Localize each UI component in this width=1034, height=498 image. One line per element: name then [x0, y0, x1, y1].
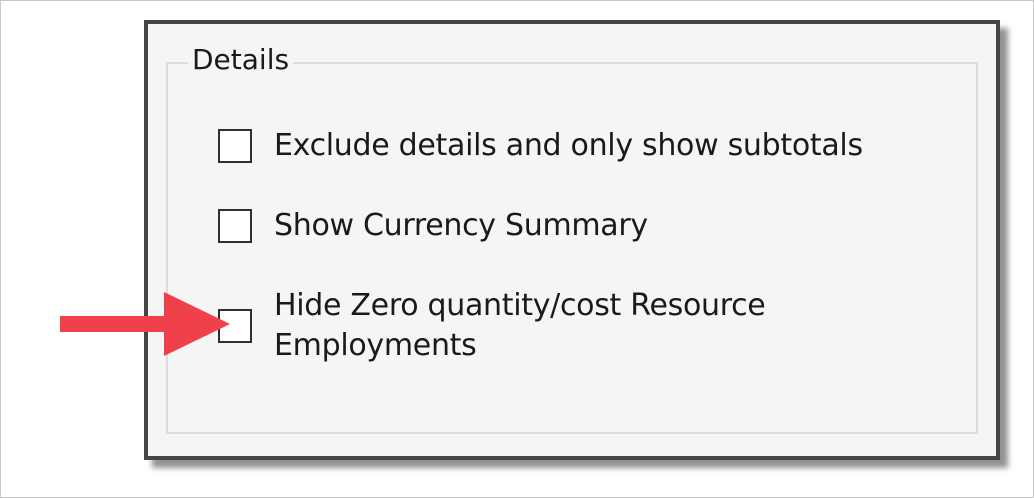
- hide-zero-quantity-label: Hide Zero quantity/cost Resource Employm…: [274, 288, 766, 363]
- arrow-head: [164, 292, 230, 356]
- exclude-details-checkbox[interactable]: [218, 129, 252, 163]
- option-exclude-details[interactable]: Exclude details and only show subtotals: [218, 126, 863, 166]
- show-currency-summary-checkbox[interactable]: [218, 209, 252, 243]
- arrow-shaft: [60, 316, 172, 332]
- show-currency-summary-label: Show Currency Summary: [274, 208, 648, 243]
- exclude-details-label: Exclude details and only show subtotals: [274, 128, 863, 163]
- details-groupbox: [166, 62, 978, 434]
- option-hide-zero-quantity[interactable]: Hide Zero quantity/cost Resource Employm…: [218, 286, 874, 366]
- details-panel: Details Exclude details and only show su…: [144, 20, 1000, 460]
- option-show-currency-summary[interactable]: Show Currency Summary: [218, 206, 648, 246]
- groupbox-title: Details: [188, 42, 294, 78]
- arrow-right-icon: [60, 292, 230, 356]
